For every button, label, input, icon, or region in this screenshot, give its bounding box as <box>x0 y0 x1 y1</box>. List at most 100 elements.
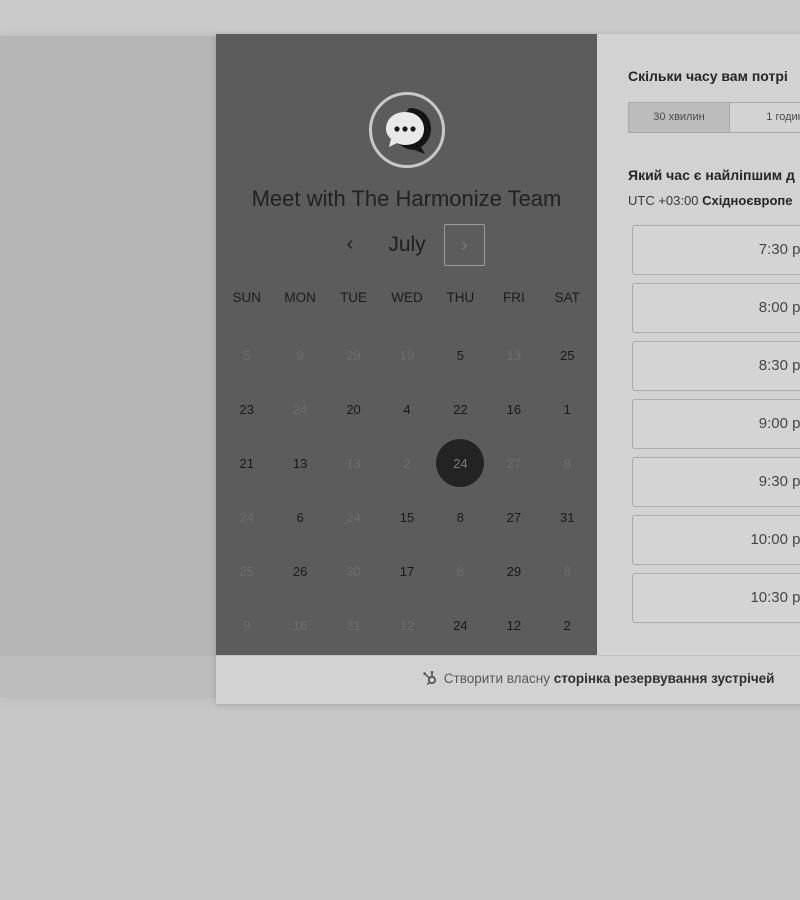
month-navigation: ‹ July › <box>216 224 597 266</box>
time-slot-label: 7:30 pm <box>758 241 800 258</box>
calendar-day[interactable]: 29 <box>487 544 540 598</box>
calendar-day-number: 1 <box>563 401 571 417</box>
footer-prefix-text: Створити власну <box>443 671 550 686</box>
calendar-day[interactable]: 22 <box>434 382 487 436</box>
time-slot-button[interactable]: 10:30 pm <box>632 573 800 623</box>
calendar-day: 9 <box>220 598 273 652</box>
calendar-day[interactable]: 27 <box>487 490 540 544</box>
weekday-label: WED <box>391 290 423 305</box>
calendar-days-grid: 5 9 29 19 5 13 25 23 24 20 4 22 16 1 21 13 13 2 24 27 8 24 6 24… <box>220 328 594 652</box>
calendar-day-number: 26 <box>292 563 308 579</box>
calendar-day-number: 22 <box>453 401 468 417</box>
calendar-day: 2 <box>380 436 433 490</box>
calendar-day-number: 2 <box>563 617 571 633</box>
weekday-label: SUN <box>232 290 261 305</box>
calendar-day-selected[interactable]: 24 <box>434 436 487 490</box>
time-slot-label: 9:30 pm <box>758 473 800 490</box>
time-slot-list: 7:30 pm 8:00 pm 8:30 pm 9:00 pm 9:30 pm … <box>632 225 800 631</box>
calendar-day[interactable]: 21 <box>220 436 273 490</box>
previous-month-button[interactable]: ‹ <box>335 224 365 266</box>
calendar-day[interactable]: 5 <box>434 328 487 382</box>
calendar-day-number: 27 <box>506 455 522 471</box>
calendar-day-number: 24 <box>292 401 308 417</box>
calendar-day: 16 <box>273 598 326 652</box>
weekday-label: FRI <box>502 290 525 305</box>
calendar-day[interactable]: 25 <box>541 328 594 382</box>
calendar-day-number: 29 <box>346 347 361 363</box>
calendar-panel: Meet with The Harmonize Team ‹ July › SU… <box>216 34 597 655</box>
calendar-day[interactable]: 15 <box>380 490 433 544</box>
calendar-day[interactable]: 26 <box>273 544 326 598</box>
calendar-day[interactable]: 2 <box>541 598 594 652</box>
calendar-day[interactable]: 8 <box>434 490 487 544</box>
calendar-day-number: 13 <box>292 455 308 471</box>
time-slot-button[interactable]: 8:00 pm <box>632 283 800 333</box>
weekday-label: MON <box>284 290 316 305</box>
calendar-day[interactable]: 13 <box>273 436 326 490</box>
chevron-right-icon: › <box>461 235 468 255</box>
meeting-title: Meet with The Harmonize Team <box>251 186 562 211</box>
calendar-day: 8 <box>541 436 594 490</box>
background-panel-upper <box>0 36 216 656</box>
calendar-day-number: 27 <box>506 509 522 525</box>
time-slot-button[interactable]: 9:30 pm <box>632 457 800 507</box>
calendar-day-number: 25 <box>239 563 254 579</box>
calendar-day: 9 <box>273 328 326 382</box>
calendar-day[interactable]: 23 <box>220 382 273 436</box>
calendar-day-number: 5 <box>456 347 465 363</box>
calendar-day[interactable]: 4 <box>380 382 433 436</box>
calendar-day-number: 13 <box>506 347 522 363</box>
time-slot-label: 10:30 pm <box>750 589 800 606</box>
calendar-day-number: 21 <box>239 455 254 471</box>
time-slot-button[interactable]: 8:30 pm <box>632 341 800 391</box>
next-month-button[interactable]: › <box>444 224 485 266</box>
page-background-panel <box>0 36 216 698</box>
weekday-header: SUN MON TUE WED THU FRI SAT <box>220 290 594 310</box>
calendar-day-number: 20 <box>346 401 361 417</box>
time-slot-button[interactable]: 7:30 pm <box>632 225 800 275</box>
calendar-day-number: 25 <box>560 347 575 363</box>
duration-option-1-hour[interactable]: 1 годин <box>730 103 800 132</box>
calendar-day-number: 16 <box>292 617 308 633</box>
calendar-day-number: 8 <box>563 455 571 471</box>
weekday-label: THU <box>446 290 475 305</box>
calendar-day[interactable]: 17 <box>380 544 433 598</box>
calendar-day[interactable]: 24 <box>434 598 487 652</box>
weekday-label: SAT <box>554 290 580 305</box>
calendar-day-number: 29 <box>506 563 522 579</box>
footer-link-text: сторінка резервування зустрічей <box>553 671 775 686</box>
timezone-selector[interactable]: UTC +03:00 Східноєвропе <box>628 193 793 208</box>
calendar-day-number: 8 <box>456 509 465 525</box>
calendar-day-number: 24 <box>436 439 485 487</box>
calendar-day: 5 <box>220 328 273 382</box>
calendar-day: 24 <box>220 490 273 544</box>
background-panel-lower <box>0 656 216 698</box>
calendar-day-number: 12 <box>399 617 415 633</box>
calendar-day: 30 <box>327 544 380 598</box>
calendar-day-number: 8 <box>456 563 465 579</box>
duration-option-30-min[interactable]: 30 хвилин <box>629 103 730 132</box>
calendar-day-number: 31 <box>346 617 361 633</box>
calendar-day[interactable]: 16 <box>487 382 540 436</box>
timezone-name: Східноєвропе <box>702 193 793 208</box>
calendar-day-number: 17 <box>399 563 415 579</box>
calendar-day[interactable]: 6 <box>273 490 326 544</box>
time-slot-button[interactable]: 10:00 pm <box>632 515 800 565</box>
time-selection-panel: Скільки часу вам потрі 30 хвилин 1 годин… <box>597 34 800 655</box>
calendar-day[interactable]: 20 <box>327 382 380 436</box>
calendar-day[interactable]: 1 <box>541 382 594 436</box>
time-slot-label: 9:00 pm <box>758 415 800 432</box>
calendar-day: 13 <box>487 328 540 382</box>
calendar-day: 8 <box>541 544 594 598</box>
calendar-day[interactable]: 31 <box>541 490 594 544</box>
calendar-day-number: 24 <box>453 617 468 633</box>
calendar-day[interactable]: 12 <box>487 598 540 652</box>
calendar-day-number: 15 <box>399 509 415 525</box>
time-slot-label: 10:00 pm <box>750 531 800 548</box>
calendar-day: 24 <box>273 382 326 436</box>
create-booking-page-link[interactable]: Створити власну сторінка резервування зу… <box>422 670 774 686</box>
calendar-day-number: 12 <box>506 617 522 633</box>
time-slot-button[interactable]: 9:00 pm <box>632 399 800 449</box>
calendar-day-number: 19 <box>399 347 415 363</box>
widget-footer: Створити власну сторінка резервування зу… <box>216 655 800 704</box>
